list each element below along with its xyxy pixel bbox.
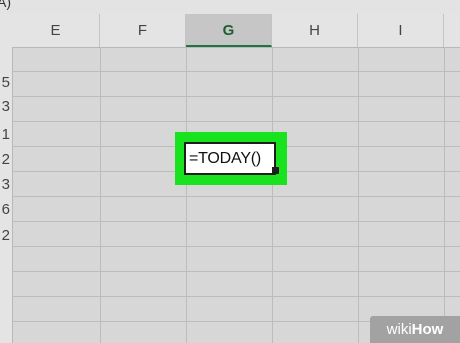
row-number[interactable]: 1: [2, 126, 10, 143]
column-header-row: E F G H I: [0, 14, 460, 48]
column-header-f[interactable]: F: [100, 14, 186, 47]
column-header-partial[interactable]: [444, 14, 460, 47]
grid-line: [12, 121, 460, 122]
row-number[interactable]: 2: [2, 151, 10, 168]
row-header-column: 5 3 1 2 3 6 2: [0, 47, 13, 343]
grid-line: [358, 47, 359, 343]
grid-line: [100, 47, 101, 343]
grid-line: [186, 47, 187, 343]
watermark-prefix: wiki: [386, 321, 412, 338]
formula-bar-text: A): [0, 0, 11, 10]
wikihow-watermark: wikiHow: [370, 316, 460, 343]
grid-line: [12, 246, 460, 247]
row-number[interactable]: 3: [2, 98, 10, 115]
fill-handle[interactable]: [272, 167, 279, 174]
formula-bar-fragment: A): [0, 0, 460, 14]
row-number[interactable]: 2: [2, 227, 10, 244]
row-number[interactable]: 6: [2, 201, 10, 218]
row-number[interactable]: 3: [2, 176, 10, 193]
grid-line: [12, 71, 460, 72]
grid-line: [12, 96, 460, 97]
row-number[interactable]: 5: [2, 74, 10, 91]
column-header-g[interactable]: G: [186, 14, 272, 47]
column-header-i[interactable]: I: [358, 14, 444, 47]
grid-line: [12, 221, 460, 222]
column-header-h[interactable]: H: [272, 14, 358, 47]
grid-line: [12, 196, 460, 197]
grid-line: [272, 47, 273, 343]
column-header-e[interactable]: E: [12, 14, 100, 47]
grid-line: [444, 47, 445, 343]
active-cell-g[interactable]: =TODAY(): [184, 142, 279, 175]
watermark-suffix: How: [411, 321, 444, 338]
grid-line: [12, 271, 460, 272]
grid-line: [12, 296, 460, 297]
cell-formula-text: =TODAY(): [189, 150, 262, 167]
